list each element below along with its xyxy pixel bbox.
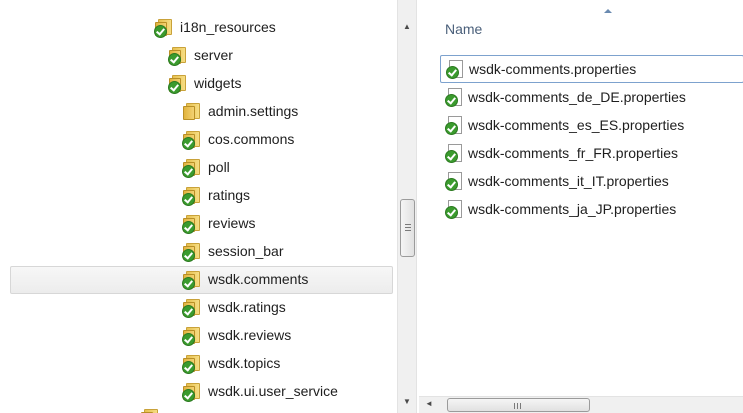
- tree-vertical-scrollbar[interactable]: ▲ ▼: [397, 0, 417, 413]
- file-checked-icon: [445, 88, 462, 107]
- tree-item-label: ratings: [208, 187, 251, 203]
- file-item[interactable]: wsdk-comments_ja_JP.properties: [440, 195, 743, 223]
- file-name: wsdk-comments.properties: [469, 61, 637, 77]
- folder-icon: [141, 409, 159, 413]
- tree-item-admin-settings[interactable]: admin.settings: [183, 97, 298, 125]
- folder-checked-icon: [182, 299, 201, 318]
- folder-icon: [183, 103, 201, 120]
- folder-checked-icon: [182, 187, 201, 206]
- file-item[interactable]: wsdk-comments_fr_FR.properties: [440, 139, 743, 167]
- file-checked-icon: [445, 144, 462, 163]
- tree-item-i18n-resources[interactable]: i18n_resources: [154, 13, 276, 41]
- tree-item-label: wsdk.comments: [208, 271, 309, 287]
- scroll-down-arrow-icon[interactable]: ▼: [398, 393, 416, 411]
- file-list-pane: Name wsdk-comments.properties wsdk-comme…: [417, 0, 743, 396]
- column-header-name[interactable]: Name: [445, 21, 482, 37]
- tree-item-label: cos.commons: [208, 131, 295, 147]
- folder-checked-icon: [168, 75, 187, 94]
- file-item[interactable]: wsdk-comments_es_ES.properties: [440, 111, 743, 139]
- tree-item-wsdk-comments[interactable]: wsdk.comments: [182, 265, 309, 293]
- file-item[interactable]: wsdk-comments.properties: [440, 55, 743, 83]
- file-item[interactable]: wsdk-comments_de_DE.properties: [440, 83, 743, 111]
- tree-item-widgets[interactable]: widgets: [168, 69, 242, 97]
- scrollbar-thumb[interactable]: [400, 199, 415, 257]
- folder-checked-icon: [182, 383, 201, 402]
- folder-checked-icon: [182, 131, 201, 150]
- file-checked-icon: [446, 60, 463, 79]
- tree-item-label: wsdk.ui.user_service: [208, 383, 338, 399]
- tree-item-reviews[interactable]: reviews: [182, 209, 256, 237]
- tree-item-server[interactable]: server: [168, 41, 233, 69]
- folder-tree-pane: i18n_resources server widgets admin.sett…: [0, 0, 397, 413]
- tree-item-label: admin.settings: [208, 103, 299, 119]
- folder-checked-icon: [182, 271, 201, 290]
- tree-item-partial[interactable]: [141, 403, 159, 413]
- tree-item-wsdk-reviews[interactable]: wsdk.reviews: [182, 321, 292, 349]
- scroll-up-arrow-icon[interactable]: ▲: [398, 18, 416, 36]
- file-list-horizontal-scrollbar[interactable]: ◄: [419, 396, 743, 413]
- tree-item-label: session_bar: [208, 243, 284, 259]
- tree-item-wsdk-ratings[interactable]: wsdk.ratings: [182, 293, 286, 321]
- tree-item-cos-commons[interactable]: cos.commons: [182, 125, 295, 153]
- grip-icon: [514, 403, 515, 409]
- file-checked-icon: [445, 116, 462, 135]
- scroll-left-arrow-icon[interactable]: ◄: [425, 399, 433, 408]
- tree-item-label: wsdk.topics: [208, 355, 281, 371]
- file-name: wsdk-comments_it_IT.properties: [468, 173, 669, 189]
- folder-checked-icon: [182, 215, 201, 234]
- sort-ascending-icon: [604, 9, 612, 13]
- file-name: wsdk-comments_fr_FR.properties: [468, 145, 679, 161]
- folder-checked-icon: [182, 327, 201, 346]
- tree-item-label: wsdk.ratings: [208, 299, 286, 315]
- tree-item-label: server: [194, 47, 233, 63]
- tree-item-ratings[interactable]: ratings: [182, 181, 251, 209]
- tree-item-label: i18n_resources: [180, 19, 276, 35]
- file-checked-icon: [445, 172, 462, 191]
- tree-item-label: wsdk.reviews: [208, 327, 292, 343]
- tree-item-label: widgets: [194, 75, 242, 91]
- scrollbar-thumb[interactable]: [447, 398, 590, 412]
- folder-checked-icon: [154, 19, 173, 38]
- tree-item-label: reviews: [208, 215, 256, 231]
- folder-checked-icon: [168, 47, 187, 66]
- file-name: wsdk-comments_es_ES.properties: [468, 117, 685, 133]
- file-name: wsdk-comments_de_DE.properties: [468, 89, 686, 105]
- folder-checked-icon: [182, 355, 201, 374]
- tree-item-wsdk-ui-user-service[interactable]: wsdk.ui.user_service: [182, 377, 338, 405]
- grip-icon: [405, 224, 411, 225]
- folder-checked-icon: [182, 243, 201, 262]
- file-checked-icon: [445, 200, 462, 219]
- tree-item-label: poll: [208, 159, 230, 175]
- file-item[interactable]: wsdk-comments_it_IT.properties: [440, 167, 743, 195]
- file-name: wsdk-comments_ja_JP.properties: [468, 201, 677, 217]
- tree-item-session-bar[interactable]: session_bar: [182, 237, 284, 265]
- folder-checked-icon: [182, 159, 201, 178]
- tree-item-wsdk-topics[interactable]: wsdk.topics: [182, 349, 281, 377]
- tree-item-poll[interactable]: poll: [182, 153, 230, 181]
